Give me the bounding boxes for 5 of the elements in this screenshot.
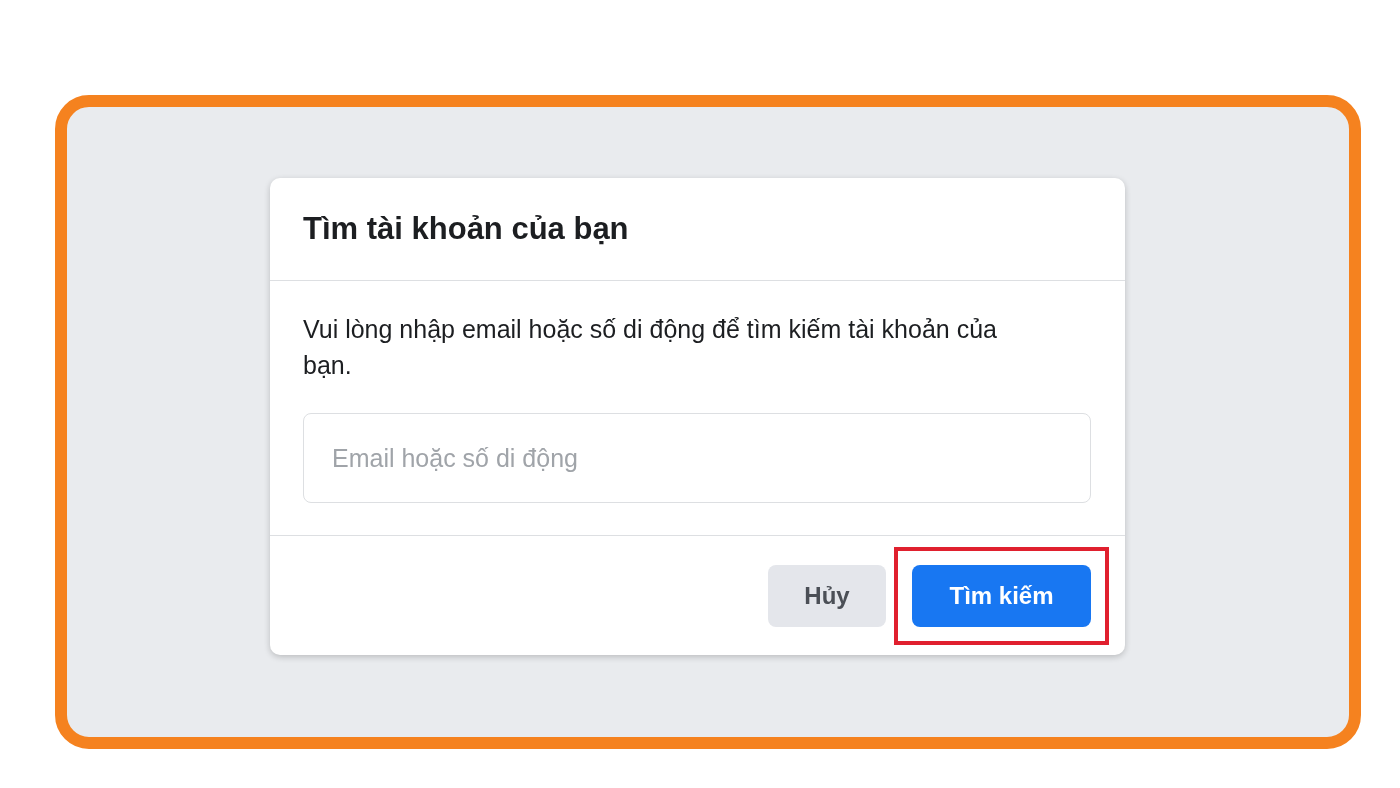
search-button[interactable]: Tìm kiếm <box>912 564 1091 627</box>
email-field[interactable]: Email hoặc số di động <box>303 413 1091 503</box>
dialog-description: Vui lòng nhập email hoặc số di động để tìm kiếm tài khoản của bạn. <box>303 314 998 381</box>
dialog-title: Tìm tài khoản của bạn <box>303 209 629 248</box>
cancel-button[interactable]: Hủy <box>768 564 886 627</box>
